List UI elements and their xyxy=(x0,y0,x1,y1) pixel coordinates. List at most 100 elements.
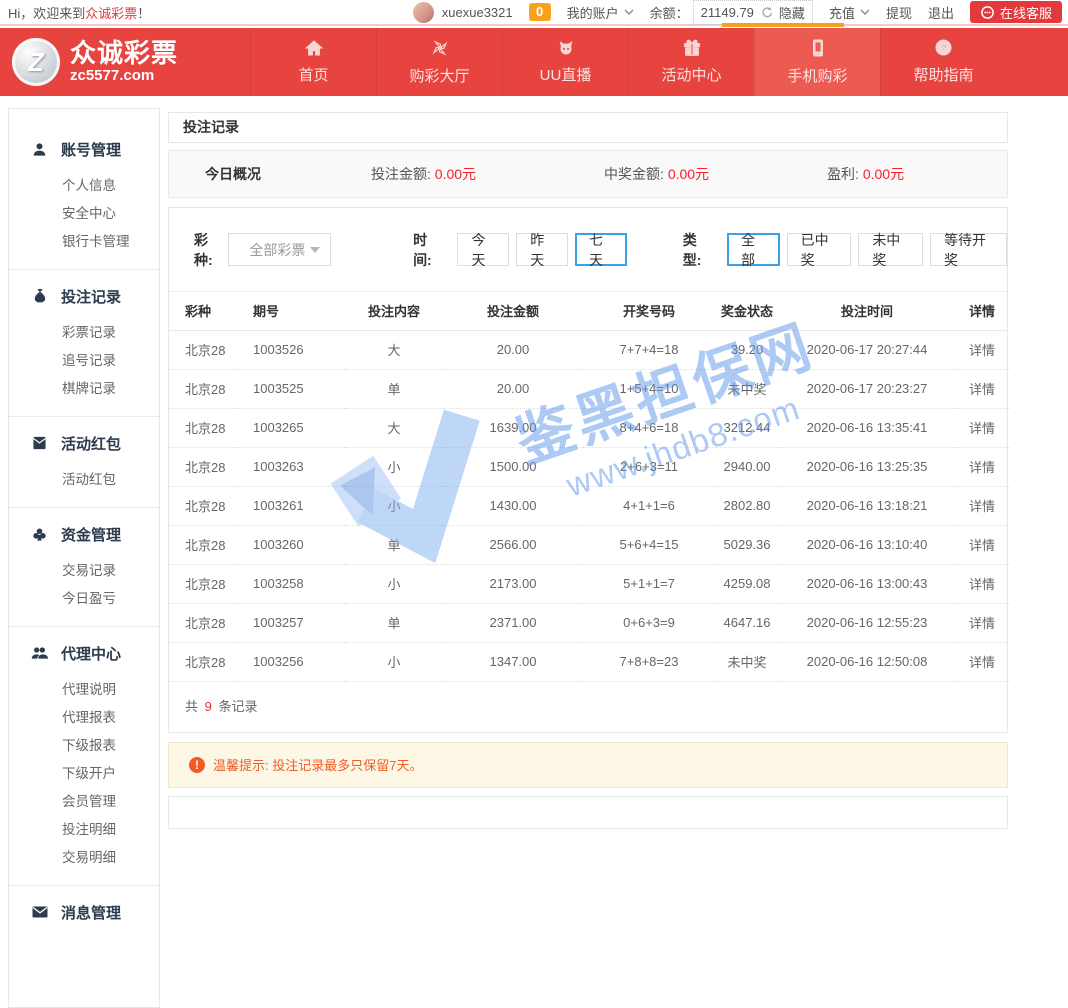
lottery-link[interactable]: 北京28 xyxy=(169,525,235,564)
time-filter-seven-days[interactable]: 七天 xyxy=(575,233,627,266)
prize-status-cell: 未中奖 xyxy=(715,369,779,408)
withdraw-button[interactable]: 提现 xyxy=(886,3,912,22)
sidebar-item-sub-report[interactable]: 下级报表 xyxy=(9,732,159,760)
type-filter-won[interactable]: 已中奖 xyxy=(787,233,852,266)
sidebar-section-title: 代理中心 xyxy=(61,643,121,664)
detail-link[interactable]: 详情 xyxy=(955,447,1009,486)
detail-link[interactable]: 详情 xyxy=(955,330,1009,369)
sidebar-header-agent[interactable]: 代理中心 xyxy=(9,638,159,668)
type-filter-label: 类型: xyxy=(683,230,713,270)
lottery-link[interactable]: 北京28 xyxy=(169,564,235,603)
records-table: 彩种 期号 投注内容 投注金额 开奖号码 奖金状态 投注时间 详情 北京2810… xyxy=(169,292,1009,682)
lottery-link[interactable]: 北京28 xyxy=(169,408,235,447)
sidebar-item-agent-intro[interactable]: 代理说明 xyxy=(9,676,159,704)
sidebar-header-account[interactable]: 账号管理 xyxy=(9,134,159,164)
detail-link[interactable]: 详情 xyxy=(955,525,1009,564)
logout-button[interactable]: 退出 xyxy=(928,3,954,22)
prize-status-cell: 4647.16 xyxy=(715,603,779,642)
sidebar-item-security-center[interactable]: 安全中心 xyxy=(9,200,159,228)
online-service-button[interactable]: 在线客服 xyxy=(970,1,1062,23)
sidebar-item-transaction-records[interactable]: 交易记录 xyxy=(9,557,159,585)
filter-row: 彩种: 全部彩票 时间: 今天 昨天 七天 类型: 全部 已中奖 未中奖 等待开… xyxy=(169,208,1007,292)
nav-item-mobile-lottery[interactable]: 手机购彩 xyxy=(754,28,880,96)
sidebar-item-board-records[interactable]: 棋牌记录 xyxy=(9,375,159,403)
draw-numbers-cell: 5+1+1=7 xyxy=(583,564,715,603)
recharge-underline xyxy=(722,23,844,27)
detail-link[interactable]: 详情 xyxy=(955,486,1009,525)
refresh-icon[interactable] xyxy=(760,6,773,19)
type-filter-all[interactable]: 全部 xyxy=(727,233,779,266)
time-filter-today[interactable]: 今天 xyxy=(457,233,509,266)
lottery-filter-label: 彩种: xyxy=(194,230,224,270)
page-title: 投注记录 xyxy=(168,112,1008,143)
sidebar-section-title: 账号管理 xyxy=(61,139,121,160)
detail-link[interactable]: 详情 xyxy=(955,603,1009,642)
nav-item-activity-center[interactable]: 活动中心 xyxy=(628,28,754,96)
type-filter-pending[interactable]: 等待开奖 xyxy=(930,233,1007,266)
nav-item-help-guide[interactable]: ? 帮助指南 xyxy=(880,28,1006,96)
sidebar-item-bank-card[interactable]: 银行卡管理 xyxy=(9,228,159,256)
time-filter-label: 时间: xyxy=(413,230,443,270)
draw-numbers-cell: 5+6+4=15 xyxy=(583,525,715,564)
sidebar-header-bet-records[interactable]: 投注记录 xyxy=(9,281,159,311)
detail-link[interactable]: 详情 xyxy=(955,408,1009,447)
lottery-link[interactable]: 北京28 xyxy=(169,330,235,369)
bet-time-cell: 2020-06-16 13:00:43 xyxy=(779,564,955,603)
nav-item-label: 首页 xyxy=(298,64,328,85)
sidebar-item-transaction-detail[interactable]: 交易明细 xyxy=(9,844,159,872)
count-number: 9 xyxy=(205,699,212,714)
draw-numbers-cell: 8+4+6=18 xyxy=(583,408,715,447)
type-filter-lost[interactable]: 未中奖 xyxy=(858,233,923,266)
nav-item-lottery-hall[interactable]: 购彩大厅 xyxy=(376,28,502,96)
lottery-link[interactable]: 北京28 xyxy=(169,447,235,486)
nav-menu: 首页 购彩大厅 UU直播 活动中心 手机购彩 ? 帮助指南 xyxy=(250,28,1006,96)
table-row: 北京281003256小1347.007+8+8=23未中奖2020-06-16… xyxy=(169,642,1009,681)
bet-amount-label: 投注金额: xyxy=(371,166,435,182)
sidebar-item-lottery-records[interactable]: 彩票记录 xyxy=(9,319,159,347)
lottery-link[interactable]: 北京28 xyxy=(169,486,235,525)
sidebar-header-red-packet[interactable]: 活动红包 xyxy=(9,428,159,458)
nav-item-uu-live[interactable]: UU直播 xyxy=(502,28,628,96)
recharge-label: 充值 xyxy=(829,3,855,22)
table-row: 北京281003265大1639.008+4+6=183212.442020-0… xyxy=(169,408,1009,447)
lottery-link[interactable]: 北京28 xyxy=(169,369,235,408)
lottery-link[interactable]: 北京28 xyxy=(169,642,235,681)
sidebar-item-bet-detail[interactable]: 投注明细 xyxy=(9,816,159,844)
chevron-down-icon xyxy=(624,9,634,15)
sidebar-item-member-manage[interactable]: 会员管理 xyxy=(9,788,159,816)
site-logo[interactable]: Z 众诚彩票 zc5577.com xyxy=(0,28,250,96)
sidebar-header-funds[interactable]: 资金管理 xyxy=(9,519,159,549)
message-badge[interactable]: 0 xyxy=(529,3,551,21)
notice-text: 温馨提示: 投注记录最多只保留7天。 xyxy=(213,755,422,774)
time-filter-yesterday[interactable]: 昨天 xyxy=(516,233,568,266)
nav-item-home[interactable]: 首页 xyxy=(250,28,376,96)
bet-time-cell: 2020-06-17 20:23:27 xyxy=(779,369,955,408)
sidebar-item-sub-account[interactable]: 下级开户 xyxy=(9,760,159,788)
summary-win-amount: 中奖金额: 0.00元 xyxy=(604,164,709,184)
detail-link[interactable]: 详情 xyxy=(955,642,1009,681)
my-account-menu[interactable]: 我的账户 xyxy=(567,3,634,22)
sidebar-item-agent-report[interactable]: 代理报表 xyxy=(9,704,159,732)
sidebar-item-red-packet[interactable]: 活动红包 xyxy=(9,466,159,494)
balance-box: 21149.79 隐藏 xyxy=(693,0,813,25)
caret-down-icon xyxy=(310,247,320,253)
chevron-down-icon xyxy=(860,9,870,15)
detail-link[interactable]: 详情 xyxy=(955,369,1009,408)
count-suffix: 条记录 xyxy=(219,699,258,714)
sidebar-header-message[interactable]: 消息管理 xyxy=(9,897,159,927)
lottery-select[interactable]: 全部彩票 xyxy=(228,233,331,266)
sidebar-item-personal-info[interactable]: 个人信息 xyxy=(9,172,159,200)
records-body: 北京281003526大20.007+7+4=1839.202020-06-17… xyxy=(169,330,1009,681)
sidebar-item-today-profit[interactable]: 今日盈亏 xyxy=(9,585,159,613)
detail-link[interactable]: 详情 xyxy=(955,564,1009,603)
recharge-menu[interactable]: 充值 xyxy=(829,3,870,22)
time-filter-group: 今天 昨天 七天 xyxy=(457,233,626,266)
bet-content-cell: 单 xyxy=(345,525,443,564)
hide-balance-button[interactable]: 隐藏 xyxy=(779,3,805,22)
redpacket-icon xyxy=(31,436,48,450)
sidebar-item-chase-records[interactable]: 追号记录 xyxy=(9,347,159,375)
header-issue: 期号 xyxy=(235,292,345,330)
lottery-link[interactable]: 北京28 xyxy=(169,603,235,642)
bet-content-cell: 小 xyxy=(345,486,443,525)
agents-icon xyxy=(31,646,48,660)
